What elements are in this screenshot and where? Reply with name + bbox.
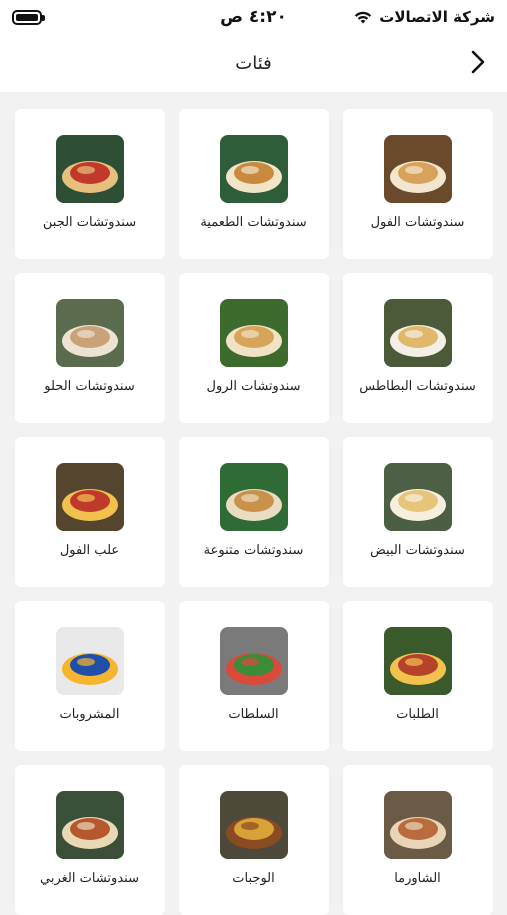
category-card[interactable]: سندوتشات البطاطس (342, 273, 493, 423)
page-title: فئات (235, 52, 272, 74)
western-sandwich-photo (55, 791, 124, 859)
category-card[interactable]: سندوتشات الرول (178, 273, 329, 423)
drinks-photo (55, 627, 124, 695)
category-label: سندوتشات الغربي (40, 871, 139, 886)
back-button[interactable] (463, 47, 493, 77)
carrier-group: شركة الاتصالات (353, 8, 495, 26)
foul-sandwich-photo (383, 135, 452, 203)
category-card[interactable]: علب الفول (14, 437, 165, 587)
potato-sandwich-photo (383, 299, 452, 367)
orders-photo (383, 627, 452, 695)
category-card[interactable]: الطلبات (342, 601, 493, 751)
sweet-sandwich-photo (55, 299, 124, 367)
category-card[interactable]: سندوتشات الفول (342, 109, 493, 259)
category-label: المشروبات (59, 707, 120, 722)
shawarma-photo (383, 791, 452, 859)
category-label: سندوتشات متنوعة (203, 543, 304, 558)
category-card[interactable]: سندوتشات الحلو (14, 273, 165, 423)
category-label: سندوتشات الرول (206, 379, 301, 394)
category-label: علب الفول (59, 543, 120, 558)
roll-sandwich-photo (219, 299, 288, 367)
meals-photo (219, 791, 288, 859)
category-label: الشاورما (394, 871, 441, 886)
taameya-sandwich-photo (219, 135, 288, 203)
category-grid: سندوتشات الفول سندوتشات الطعمية سندوتشات ا… (0, 92, 507, 915)
nav-bar: فئات (0, 34, 507, 92)
carrier-name: شركة الاتصالات (379, 8, 495, 26)
category-label: الطلبات (396, 707, 439, 722)
category-card[interactable]: السلطات (178, 601, 329, 751)
foul-box-photo (55, 463, 124, 531)
category-label: سندوتشات البطاطس (359, 379, 476, 394)
category-label: السلطات (228, 707, 279, 722)
category-card[interactable]: الوجبات (178, 765, 329, 915)
category-label: سندوتشات الجبن (42, 215, 137, 230)
category-label: سندوتشات البيض (370, 543, 465, 558)
egg-sandwich-photo (383, 463, 452, 531)
category-label: سندوتشات الحلو (44, 379, 135, 394)
category-label: سندوتشات الطعمية (200, 215, 307, 230)
category-label: الوجبات (232, 871, 275, 886)
category-card[interactable]: سندوتشات الغربي (14, 765, 165, 915)
category-card[interactable]: سندوتشات الطعمية (178, 109, 329, 259)
battery-icon (12, 9, 45, 25)
assorted-sandwich-photo (219, 463, 288, 531)
cheese-sandwich-photo (55, 135, 124, 203)
category-card[interactable]: سندوتشات متنوعة (178, 437, 329, 587)
salad-photo (219, 627, 288, 695)
chevron-right-icon (471, 50, 485, 74)
category-card[interactable]: الشاورما (342, 765, 493, 915)
category-label: سندوتشات الفول (370, 215, 465, 230)
category-card[interactable]: المشروبات (14, 601, 165, 751)
category-card[interactable]: سندوتشات البيض (342, 437, 493, 587)
category-card[interactable]: سندوتشات الجبن (14, 109, 165, 259)
wifi-icon (355, 11, 372, 24)
status-bar: ٤:٢٠ ص شركة الاتصالات (0, 0, 507, 34)
